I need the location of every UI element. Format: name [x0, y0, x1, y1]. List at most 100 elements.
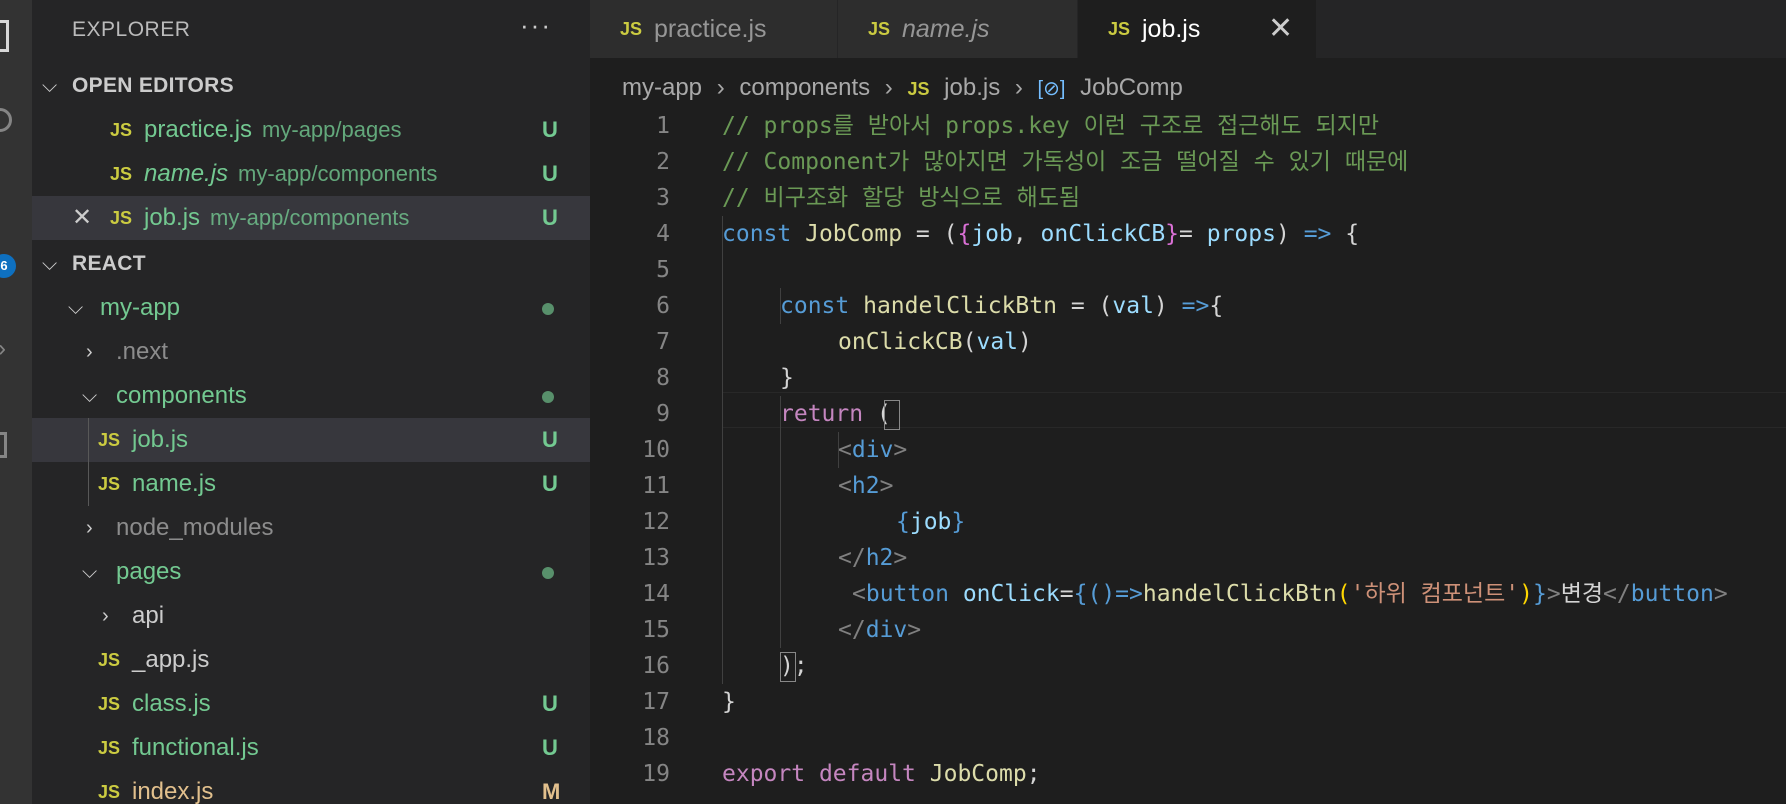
- run-debug-icon[interactable]: ›: [0, 336, 6, 362]
- open-editor-item[interactable]: JS name.js my-app/components U: [32, 152, 590, 196]
- token: button: [865, 581, 949, 607]
- tree-folder-next[interactable]: › .next: [32, 330, 590, 374]
- tab-name[interactable]: JS name.js: [838, 0, 1078, 58]
- token: <: [838, 437, 852, 463]
- js-file-icon: JS: [98, 782, 121, 802]
- token: ;: [1026, 761, 1041, 787]
- token: >: [893, 437, 908, 463]
- tree-folder-pages[interactable]: ⌵ pages: [32, 550, 590, 594]
- line-number: 17: [642, 689, 670, 715]
- code-line: const handelClickBtn = (val) =>{: [780, 288, 1223, 324]
- chevron-down-icon: ⌵: [42, 253, 58, 275]
- token: JobComp: [805, 221, 903, 247]
- code-line: onClickCB(val): [838, 324, 1032, 360]
- folder-name: pages: [116, 558, 182, 585]
- file-name: practice.js: [144, 116, 253, 143]
- tree-folder-my-app[interactable]: ⌵ my-app: [32, 286, 590, 330]
- tree-file-job[interactable]: JS job.js U: [32, 418, 590, 462]
- open-editor-label: practice.js my-app/pages: [144, 108, 401, 152]
- line-number: 5: [656, 257, 670, 283]
- tree-file-name[interactable]: JS name.js U: [32, 462, 590, 506]
- breadcrumb-item[interactable]: my-app: [622, 74, 702, 101]
- tree-file-index[interactable]: JS index.js M: [32, 770, 590, 804]
- token: >: [1546, 581, 1561, 607]
- token: ()=>: [1087, 581, 1143, 607]
- indent-guide: [780, 396, 781, 648]
- close-icon[interactable]: ✕: [72, 196, 92, 240]
- file-name: functional.js: [132, 734, 259, 761]
- chevron-down-icon: ⌵: [42, 75, 58, 97]
- breadcrumb-item[interactable]: components: [739, 74, 870, 101]
- close-icon[interactable]: ✕: [1268, 0, 1293, 58]
- tree-folder-api[interactable]: › api: [32, 594, 590, 638]
- code-line: <div>: [838, 432, 907, 468]
- token: }: [1165, 221, 1180, 247]
- js-file-icon: JS: [110, 164, 133, 184]
- breadcrumb-item[interactable]: job.js: [944, 74, 1000, 101]
- modified-dot: [542, 303, 554, 315]
- folder-name: .next: [116, 338, 169, 365]
- file-name: class.js: [132, 690, 211, 717]
- code-line: <button onClick={()=>handelClickBtn('하위 …: [852, 576, 1728, 612]
- token: h2: [865, 545, 894, 571]
- breadcrumb: my-app › components › JS job.js › [⊘] Jo…: [622, 68, 1191, 108]
- tab-practice[interactable]: JS practice.js: [590, 0, 838, 58]
- open-editors-label: OPEN EDITORS: [72, 74, 234, 97]
- token: default: [818, 761, 916, 787]
- token: >: [1713, 581, 1728, 607]
- tab-job[interactable]: JS job.js ✕: [1078, 0, 1317, 58]
- js-file-icon: JS: [110, 120, 133, 140]
- token: ): [1153, 293, 1182, 319]
- git-status: U: [542, 427, 558, 452]
- line-number: 15: [642, 617, 670, 643]
- breadcrumb-item[interactable]: JobComp: [1080, 74, 1183, 101]
- chevron-down-icon: ⌵: [68, 297, 84, 319]
- git-status: U: [542, 735, 558, 760]
- files-icon[interactable]: [0, 20, 9, 52]
- workspace-section[interactable]: ⌵ REACT: [32, 242, 590, 286]
- file-path: my-app/components: [210, 205, 410, 230]
- token: =: [1059, 581, 1074, 607]
- git-status: U: [542, 471, 558, 496]
- token: const: [722, 221, 792, 247]
- line-number: 11: [642, 473, 670, 499]
- token: = (: [902, 221, 958, 247]
- token: ): [1018, 329, 1032, 355]
- chevron-right-icon: ›: [86, 341, 93, 363]
- search-icon[interactable]: [0, 108, 12, 132]
- more-actions-icon[interactable]: ···: [520, 10, 552, 41]
- code-line: const JobComp = ({job, onClickCB}= props…: [722, 216, 1359, 252]
- tab-label: name.js: [902, 15, 990, 43]
- open-editor-item[interactable]: JS practice.js my-app/pages U: [32, 108, 590, 152]
- tree-folder-components[interactable]: ⌵ components: [32, 374, 590, 418]
- js-file-icon: JS: [98, 738, 121, 758]
- token: }: [780, 365, 794, 391]
- token: {: [896, 509, 910, 535]
- file-name: _app.js: [132, 646, 210, 673]
- tab-label: practice.js: [654, 15, 767, 43]
- code-editor[interactable]: 1 2 3 4 5 6 7 8 9 10 11 12 13 14 15 16 1…: [590, 108, 1786, 804]
- tree-folder-node-modules[interactable]: › node_modules: [32, 506, 590, 550]
- code-line: // 비구조화 할당 방식으로 해도됨: [722, 185, 1081, 211]
- line-number: 18: [642, 725, 670, 751]
- open-editor-item-active[interactable]: ✕ JS job.js my-app/components U: [32, 196, 590, 240]
- symbol-variable-icon: [⊘]: [1037, 78, 1066, 100]
- tree-file-class[interactable]: JS class.js U: [32, 682, 590, 726]
- source-control-badge: 6: [0, 254, 16, 278]
- code-line: <h2>: [838, 468, 893, 504]
- token: =>: [1181, 293, 1210, 319]
- workspace-label: REACT: [72, 252, 146, 275]
- tree-file-app[interactable]: JS _app.js: [32, 638, 590, 682]
- token: job: [909, 509, 952, 535]
- token: button: [1630, 581, 1714, 607]
- open-editors-section[interactable]: ⌵ OPEN EDITORS: [32, 64, 590, 108]
- line-number: 3: [656, 185, 670, 211]
- extensions-icon[interactable]: [0, 432, 7, 458]
- token: div: [851, 437, 894, 463]
- js-file-icon: JS: [110, 208, 133, 228]
- token: ): [1275, 221, 1304, 247]
- indent-guide: [722, 216, 723, 684]
- code-line: </div>: [838, 612, 921, 648]
- token: 변경: [1560, 581, 1604, 607]
- tree-file-functional[interactable]: JS functional.js U: [32, 726, 590, 770]
